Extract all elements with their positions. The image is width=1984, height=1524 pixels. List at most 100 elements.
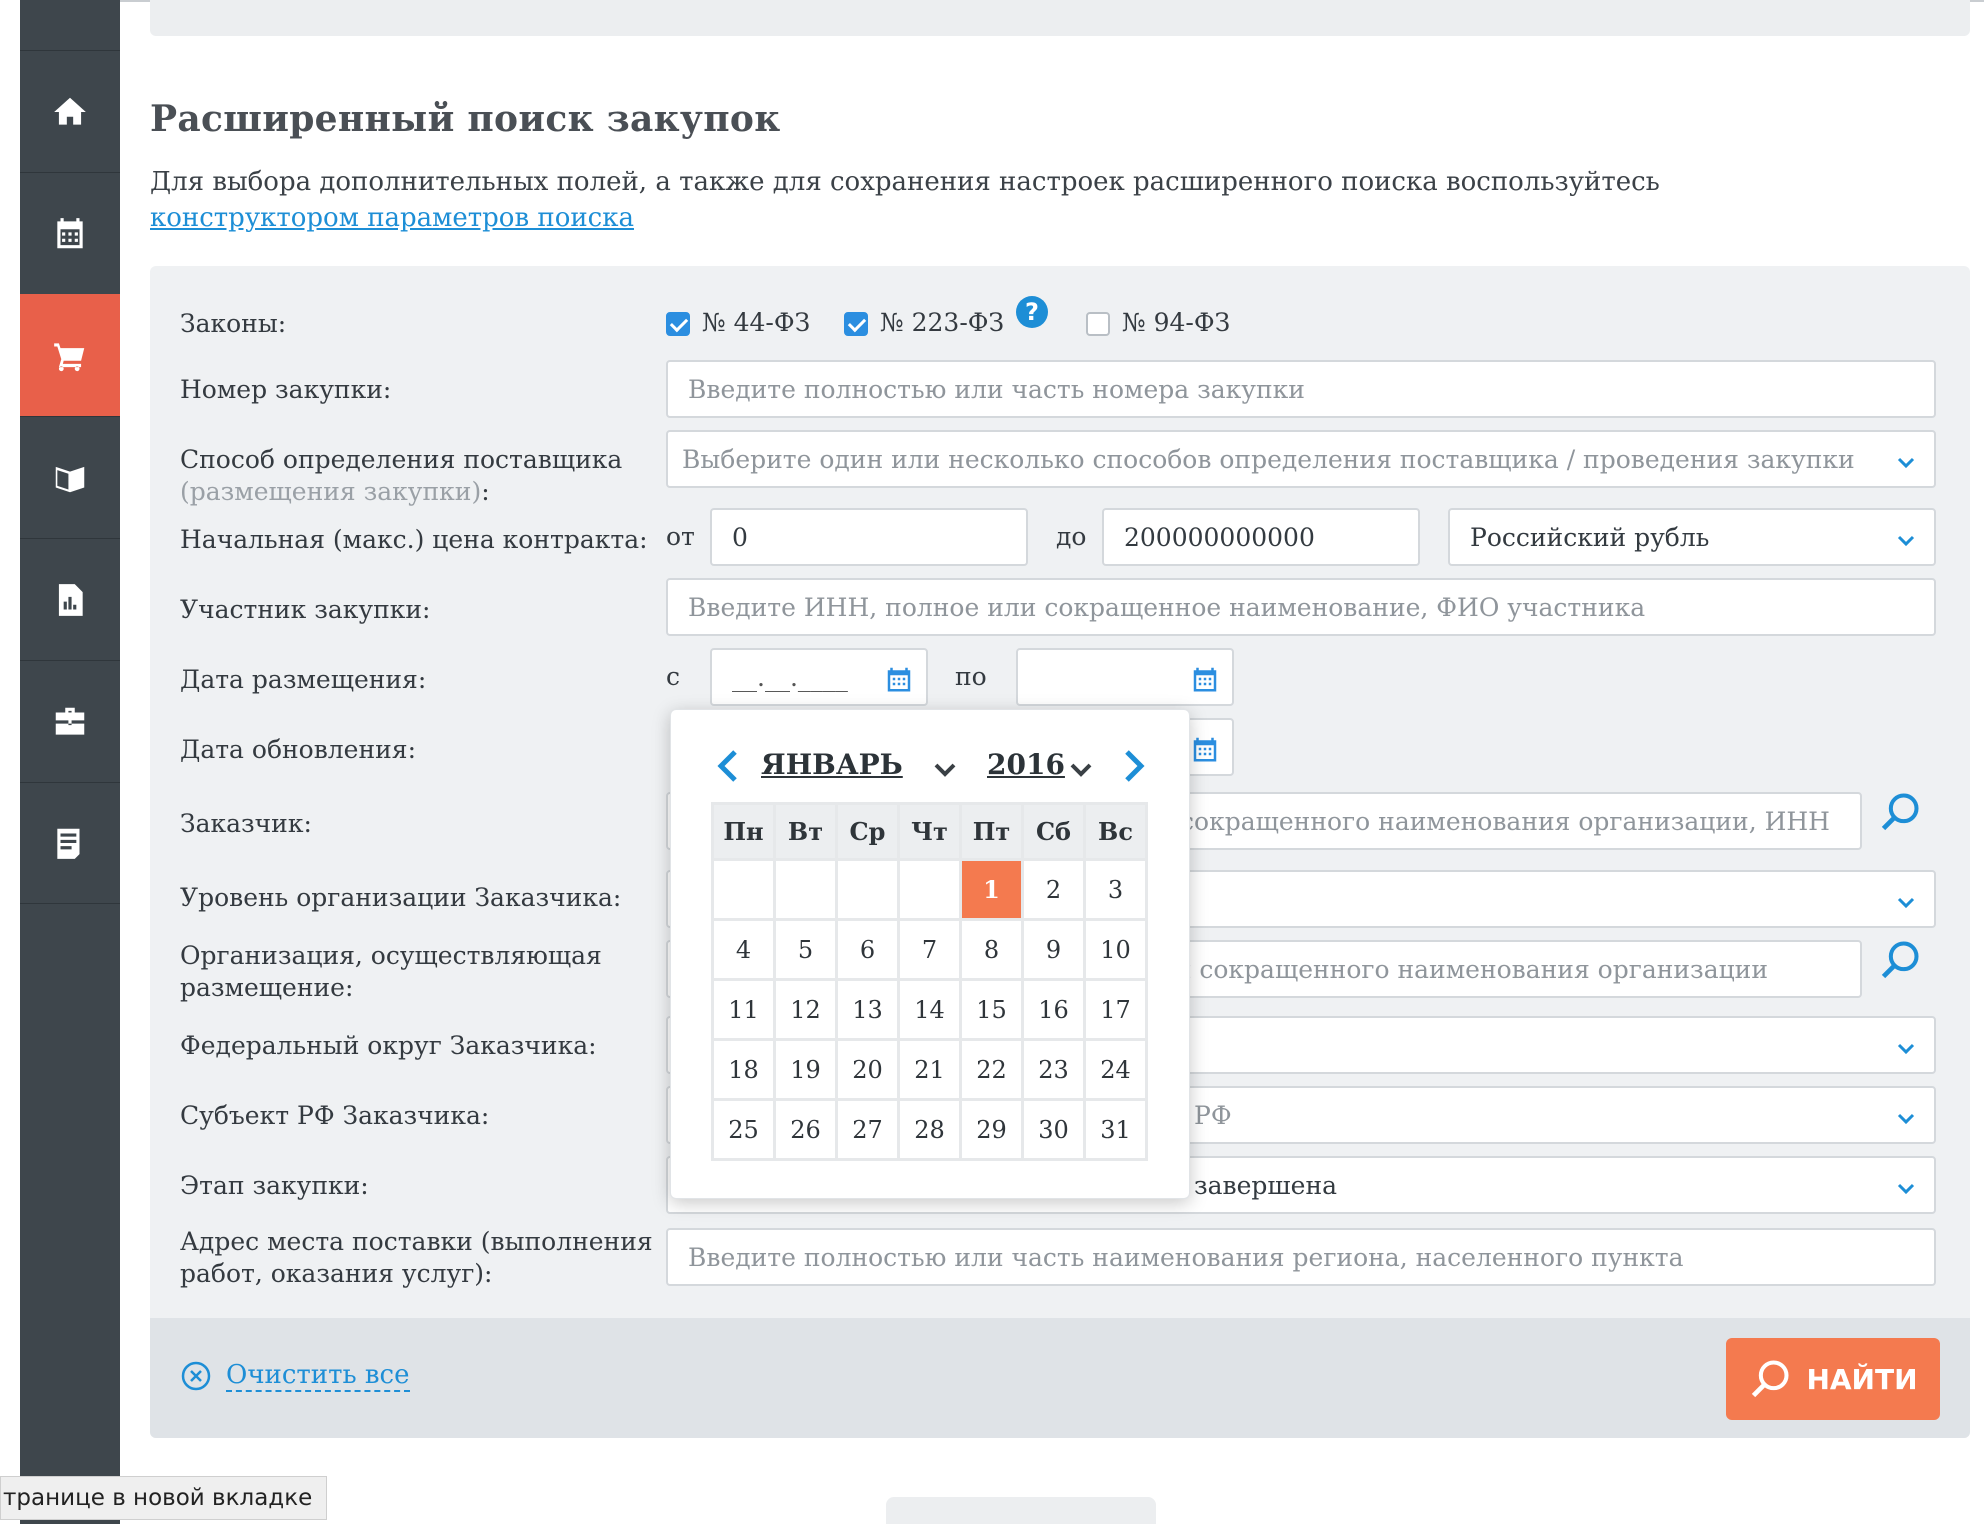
day-cell[interactable]: 29 (959, 1098, 1024, 1161)
datepicker-header: ЯНВАРЬ 2016 (671, 740, 1191, 790)
day-cell[interactable]: 30 (1021, 1098, 1086, 1161)
day-cell[interactable]: 31 (1083, 1098, 1148, 1161)
day-cell[interactable]: 18 (711, 1038, 776, 1101)
law-94-checkbox[interactable] (1086, 312, 1110, 336)
chevron-down-icon (1896, 890, 1916, 910)
day-cell[interactable]: 17 (1083, 978, 1148, 1041)
day-cell[interactable]: 2 (1021, 858, 1086, 921)
weekday-header: Вт (773, 802, 838, 861)
day-cell-empty (773, 858, 838, 921)
search-constructor-link[interactable]: конструктором параметров поиска (150, 203, 634, 233)
sidebar-item-documents[interactable] (20, 782, 120, 904)
weekday-row: Пн Вт Ср Чт Пт Сб Вс (711, 802, 1148, 861)
price-label: Начальная (макс.) цена контракта: (180, 525, 648, 554)
supplier-method-select[interactable]: Выберите один или несколько способов опр… (666, 430, 1936, 488)
day-cell[interactable]: 24 (1083, 1038, 1148, 1101)
top-panel (150, 0, 1970, 36)
placement-date-to-input[interactable] (1016, 648, 1234, 706)
search-icon[interactable] (1878, 938, 1922, 982)
week-row: 4 5 6 7 8 9 10 (711, 918, 1148, 981)
day-cell[interactable]: 12 (773, 978, 838, 1041)
stage-label: Этап закупки: (180, 1171, 369, 1200)
stage-value: завершена (1194, 1170, 1338, 1200)
sidebar-item-library[interactable] (20, 416, 120, 538)
currency-select[interactable]: Российский рубль (1448, 508, 1936, 566)
placement-date-from-input[interactable]: __.__.____ (710, 648, 928, 706)
find-button[interactable]: НАЙТИ (1726, 1338, 1940, 1420)
weekday-header: Сб (1021, 802, 1086, 861)
delivery-address-label: Адрес места поставки (выполнения работ, о… (180, 1226, 653, 1290)
week-row: 1 2 3 (711, 858, 1148, 921)
day-cell[interactable]: 10 (1083, 918, 1148, 981)
day-cell[interactable]: 4 (711, 918, 776, 981)
day-cell[interactable]: 5 (773, 918, 838, 981)
delivery-address-label-line1: Адрес места поставки (выполнения (180, 1227, 653, 1256)
purchase-number-input[interactable]: Введите полностью или часть номера закуп… (666, 360, 1936, 418)
intro-text: Для выбора дополнительных полей, а также… (150, 164, 1850, 236)
chevron-down-icon[interactable] (1069, 760, 1093, 780)
supplier-method-label: Способ определения поставщика (размещения… (180, 444, 622, 508)
week-row: 25 26 27 28 29 30 31 (711, 1098, 1148, 1161)
day-cell[interactable]: 19 (773, 1038, 838, 1101)
day-cell[interactable]: 26 (773, 1098, 838, 1161)
price-to-label: до (1056, 522, 1087, 551)
day-cell[interactable]: 9 (1021, 918, 1086, 981)
day-cell[interactable]: 23 (1021, 1038, 1086, 1101)
day-cell[interactable]: 3 (1083, 858, 1148, 921)
browser-tooltip: транице в новой вкладке (0, 1476, 328, 1520)
help-icon[interactable]: ? (1016, 296, 1048, 328)
day-cell[interactable]: 14 (897, 978, 962, 1041)
law-223-checkbox[interactable] (844, 312, 868, 336)
sidebar-item-reports[interactable] (20, 538, 120, 660)
sidebar-item-business[interactable] (20, 660, 120, 782)
supplier-method-placeholder: Выберите один или несколько способов опр… (682, 444, 1855, 474)
report-icon (58, 583, 83, 616)
supplier-method-label-main: Способ определения поставщика (180, 445, 623, 474)
sidebar-item-purchases[interactable] (20, 294, 120, 416)
day-cell[interactable]: 7 (897, 918, 962, 981)
chevron-right-icon[interactable] (1121, 748, 1147, 784)
day-cell-selected[interactable]: 1 (959, 858, 1024, 921)
intro-text-body: Для выбора дополнительных полей, а также… (150, 167, 1660, 197)
purchase-number-label: Номер закупки: (180, 375, 392, 404)
clear-all-button[interactable]: Очистить все (180, 1360, 410, 1392)
day-cell[interactable]: 20 (835, 1038, 900, 1101)
datepicker-month[interactable]: ЯНВАРЬ (761, 748, 903, 781)
chevron-left-icon[interactable] (715, 748, 741, 784)
day-cell[interactable]: 11 (711, 978, 776, 1041)
calendar-icon[interactable] (1190, 734, 1220, 764)
day-cell[interactable]: 22 (959, 1038, 1024, 1101)
document-icon (57, 828, 80, 859)
day-cell[interactable]: 15 (959, 978, 1024, 1041)
calendar-icon (57, 217, 83, 248)
chevron-down-icon[interactable] (933, 760, 957, 780)
day-cell[interactable]: 27 (835, 1098, 900, 1161)
supplier-method-label-colon: : (481, 477, 490, 506)
day-cell[interactable]: 13 (835, 978, 900, 1041)
calendar-icon[interactable] (884, 664, 914, 694)
datepicker-year[interactable]: 2016 (987, 748, 1065, 781)
chevron-down-icon (1896, 528, 1916, 548)
day-cell[interactable]: 16 (1021, 978, 1086, 1041)
law-44-checkbox[interactable] (666, 312, 690, 336)
day-cell[interactable]: 8 (959, 918, 1024, 981)
calendar-icon[interactable] (1190, 664, 1220, 694)
law-44-label: № 44-ФЗ (702, 308, 811, 337)
day-cell[interactable]: 6 (835, 918, 900, 981)
day-cell[interactable]: 21 (897, 1038, 962, 1101)
customer-level-label: Уровень организации Заказчика: (180, 883, 622, 912)
delivery-address-input[interactable]: Введите полностью или часть наименования… (666, 1228, 1936, 1286)
page-title: Расширенный поиск закупок (150, 98, 781, 140)
participant-input[interactable]: Введите ИНН, полное или сокращенное наим… (666, 578, 1936, 636)
day-cell[interactable]: 28 (897, 1098, 962, 1161)
sidebar-item-home[interactable] (20, 50, 120, 172)
price-to-input[interactable]: 200000000000 (1102, 508, 1420, 566)
price-from-input[interactable]: 0 (710, 508, 1028, 566)
sidebar-item-calendar[interactable] (20, 172, 120, 294)
price-from-label: от (666, 522, 695, 551)
bottom-widget[interactable] (886, 1497, 1156, 1524)
day-cell[interactable]: 25 (711, 1098, 776, 1161)
week-row: 11 12 13 14 15 16 17 (711, 978, 1148, 1041)
search-icon[interactable] (1878, 790, 1922, 834)
week-row: 18 19 20 21 22 23 24 (711, 1038, 1148, 1101)
